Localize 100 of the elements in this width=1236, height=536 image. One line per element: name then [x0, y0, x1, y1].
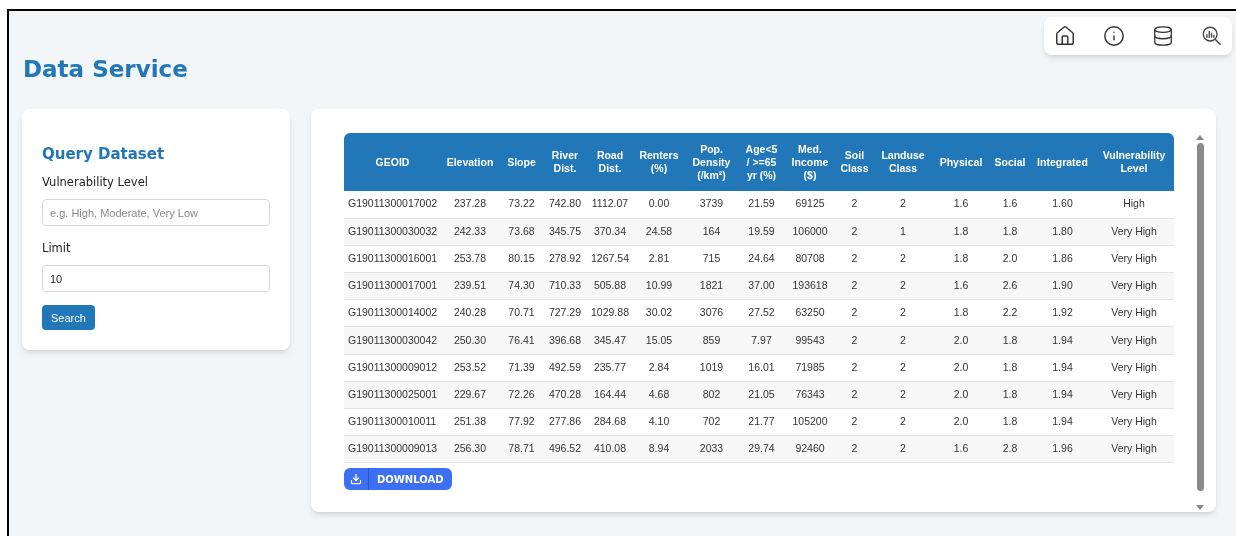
- table-cell: 21.59: [739, 191, 784, 219]
- table-cell: G19011300017001: [344, 272, 441, 300]
- table-cell: 2: [836, 245, 873, 273]
- table-cell: 2.0: [989, 245, 1031, 273]
- table-cell: 242.33: [441, 218, 499, 246]
- table-cell: 24.58: [634, 218, 684, 246]
- table-cell: 1.90: [1031, 272, 1094, 300]
- table-cell: 3739: [684, 191, 739, 219]
- table-cell: 1.8: [933, 245, 989, 273]
- home-icon[interactable]: [1054, 25, 1076, 47]
- table-cell: 69125: [784, 191, 836, 219]
- column-header: Vulnerability Level: [1094, 133, 1174, 191]
- table-cell: 106000: [784, 218, 836, 246]
- column-header: GEOID: [344, 133, 441, 191]
- table-cell: 1112.07: [586, 191, 634, 219]
- table-cell: 710.33: [544, 272, 586, 300]
- table-cell: Very High: [1094, 408, 1174, 436]
- table-cell: G19011300025001: [344, 381, 441, 409]
- table-cell: 1.8: [989, 408, 1031, 436]
- table-cell: 345.75: [544, 218, 586, 246]
- table-cell: 715: [684, 245, 739, 273]
- table-cell: 73.68: [499, 218, 544, 246]
- table-cell: 2.0: [933, 381, 989, 409]
- table-cell: 3076: [684, 299, 739, 327]
- table-cell: 2.8: [989, 435, 1031, 463]
- table-cell: 2: [836, 299, 873, 327]
- table-cell: 2.84: [634, 354, 684, 382]
- table-cell: 470.28: [544, 381, 586, 409]
- table-cell: 1821: [684, 272, 739, 300]
- table-cell: 4.68: [634, 381, 684, 409]
- input-field[interactable]: 10: [42, 265, 270, 293]
- table-cell: 1.6: [933, 191, 989, 219]
- table-cell: 1.94: [1031, 381, 1094, 409]
- table-cell: 250.30: [441, 326, 499, 355]
- input-field[interactable]: e.g. High, Moderate, Very Low: [42, 199, 270, 226]
- info-icon[interactable]: [1103, 25, 1125, 47]
- scroll-down-icon[interactable]: [1196, 505, 1204, 510]
- table-cell: 92460: [784, 435, 836, 463]
- column-header: Pop. Density (/km²): [684, 133, 739, 191]
- table-cell: Very High: [1094, 299, 1174, 327]
- table-cell: 2.2: [989, 299, 1031, 327]
- table-cell: High: [1094, 191, 1174, 219]
- table-cell: 2: [873, 272, 933, 300]
- column-header: Elevation: [441, 133, 499, 191]
- table-cell: 70.71: [499, 299, 544, 327]
- table-cell: 802: [684, 381, 739, 409]
- table-cell: G19011300030042: [344, 326, 441, 355]
- table-cell: 492.59: [544, 354, 586, 382]
- table-cell: 396.68: [544, 326, 586, 355]
- table-cell: 76.41: [499, 326, 544, 355]
- panel-title: Query Dataset: [42, 145, 166, 164]
- table-cell: 73.22: [499, 191, 544, 219]
- scrollbar-thumb[interactable]: [1196, 143, 1204, 491]
- table-cell: 15.05: [634, 326, 684, 355]
- table-cell: 370.34: [586, 218, 634, 246]
- table-cell: 2: [836, 272, 873, 300]
- table-cell: G19011300009013: [344, 435, 441, 463]
- table-cell: Very High: [1094, 381, 1174, 409]
- table-cell: 1.8: [989, 381, 1031, 409]
- table-cell: 345.47: [586, 326, 634, 355]
- column-header: Integrated: [1031, 133, 1094, 191]
- table-cell: 2: [873, 354, 933, 382]
- table-cell: 21.05: [739, 381, 784, 409]
- column-header: Med. Income ($): [784, 133, 836, 191]
- table-cell: 71985: [784, 354, 836, 382]
- table-cell: 30.02: [634, 299, 684, 327]
- table-cell: 193618: [784, 272, 836, 300]
- table-cell: G19011300017002: [344, 191, 441, 219]
- table-cell: Very High: [1094, 435, 1174, 463]
- table-cell: Very High: [1094, 245, 1174, 273]
- table-cell: 29.74: [739, 435, 784, 463]
- chart-search-icon[interactable]: [1201, 25, 1223, 47]
- table-cell: 27.52: [739, 299, 784, 327]
- table-cell: 2.0: [933, 326, 989, 355]
- table-cell: 239.51: [441, 272, 499, 300]
- table-cell: 1.94: [1031, 354, 1094, 382]
- table-cell: 71.39: [499, 354, 544, 382]
- table-cell: Very High: [1094, 218, 1174, 246]
- table-cell: 253.52: [441, 354, 499, 382]
- table-cell: 251.38: [441, 408, 499, 436]
- column-header: Physical: [933, 133, 989, 191]
- table-cell: 277.86: [544, 408, 586, 436]
- table-cell: 1.94: [1031, 408, 1094, 436]
- table-cell: 2: [873, 191, 933, 219]
- table-cell: G19011300010011: [344, 408, 441, 436]
- table-cell: G19011300014002: [344, 299, 441, 327]
- column-header: Road Dist.: [586, 133, 634, 191]
- search-button[interactable]: Search: [42, 305, 95, 331]
- table-cell: 4.10: [634, 408, 684, 436]
- table-cell: 240.28: [441, 299, 499, 327]
- table-cell: 1.94: [1031, 326, 1094, 355]
- database-icon[interactable]: [1152, 25, 1174, 47]
- table-cell: 105200: [784, 408, 836, 436]
- download-button[interactable]: DOWNLOAD: [344, 468, 452, 491]
- table-cell: 284.68: [586, 408, 634, 436]
- table-cell: 2.6: [989, 272, 1031, 300]
- table-cell: 0.00: [634, 191, 684, 219]
- table-cell: 76343: [784, 381, 836, 409]
- table-cell: 2033: [684, 435, 739, 463]
- page-title: Data Service: [23, 58, 189, 81]
